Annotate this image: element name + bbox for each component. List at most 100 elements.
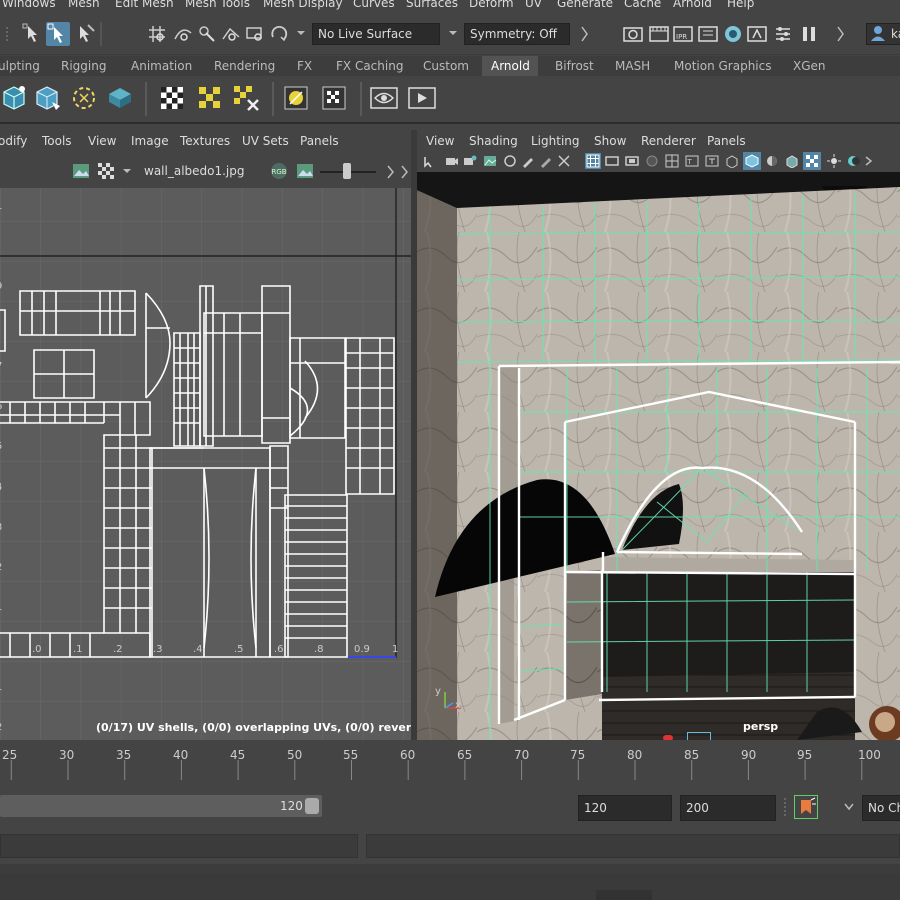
tab-xgen[interactable]: XGen: [793, 59, 826, 73]
range-slider-handle[interactable]: [305, 798, 319, 814]
snap-live-icon[interactable]: [268, 23, 288, 43]
viewport-scene[interactable]: [417, 172, 900, 740]
camera-attributes-icon[interactable]: [445, 154, 459, 168]
render-settings-icon[interactable]: [622, 23, 643, 43]
character-set-field[interactable]: No Ch: [862, 795, 900, 821]
vp-menu-panels[interactable]: Panels: [707, 134, 746, 148]
uv-menu-image[interactable]: Image: [131, 134, 169, 148]
textured-icon[interactable]: [803, 152, 821, 170]
menu-curves[interactable]: Curves: [353, 0, 395, 10]
menu-uv[interactable]: UV: [525, 0, 542, 10]
snap-view-plane-icon[interactable]: [244, 23, 264, 43]
symmetry-field[interactable]: Symmetry: Off: [464, 23, 570, 45]
bookmark-icon[interactable]: [463, 154, 477, 168]
menu-help[interactable]: Help: [727, 0, 754, 10]
tab-sculpting[interactable]: ulpting: [0, 59, 40, 73]
snap-grid-icon[interactable]: [146, 23, 166, 43]
menu-edit-mesh[interactable]: Edit Mesh: [115, 0, 174, 10]
snap-curve-icon[interactable]: [172, 23, 192, 43]
uv-menu-panels[interactable]: Panels: [300, 134, 339, 148]
collapse-arrow-icon[interactable]: [400, 164, 410, 180]
tab-fx[interactable]: FX: [297, 59, 312, 73]
resolution-gate-icon[interactable]: [625, 154, 639, 168]
tab-rendering[interactable]: Rendering: [214, 59, 275, 73]
arnold-standin-icon[interactable]: [32, 82, 64, 114]
menu-surfaces[interactable]: Surfaces: [406, 0, 458, 10]
uv-menu-modify[interactable]: odify: [0, 134, 27, 148]
uv-grid[interactable]: 1 9 7 6 5 4 3 2 1 1 2 .0 .1 .2 .3 .4 .5 …: [0, 188, 411, 740]
camera-select-icon[interactable]: [423, 154, 437, 168]
ipr-render-icon[interactable]: IPR: [672, 23, 693, 43]
menu-deform[interactable]: Deform: [469, 0, 514, 10]
arnold-volume-icon[interactable]: [104, 82, 136, 114]
render-view-eye-icon[interactable]: [368, 82, 400, 114]
image-display-icon[interactable]: [296, 162, 314, 180]
material-assign-icon[interactable]: [280, 82, 312, 114]
uv-menu-view[interactable]: View: [88, 134, 116, 148]
chevron-down-icon[interactable]: [842, 800, 856, 814]
safe-action-icon[interactable]: T: [685, 154, 699, 168]
collapse-arrow-icon[interactable]: [386, 164, 396, 180]
arnold-light-icon[interactable]: [68, 82, 100, 114]
menu-generate[interactable]: Generate: [557, 0, 613, 10]
field-chart-icon[interactable]: [665, 154, 679, 168]
vp-menu-renderer[interactable]: Renderer: [641, 134, 696, 148]
tab-animation[interactable]: Animation: [131, 59, 192, 73]
menu-arnold[interactable]: Arnold: [673, 0, 712, 10]
perspective-viewport[interactable]: y x persp: [417, 172, 900, 740]
shadows-icon[interactable]: [847, 154, 861, 168]
end-time-field[interactable]: 120: [578, 795, 672, 821]
tab-custom[interactable]: Custom: [423, 59, 469, 73]
tab-arnold[interactable]: Arnold: [491, 59, 530, 73]
chevron-down-icon[interactable]: [120, 164, 134, 178]
range-slider[interactable]: [0, 795, 322, 817]
menu-cache[interactable]: Cache: [624, 0, 661, 10]
film-gate-icon[interactable]: [605, 154, 619, 168]
light-editor-icon[interactable]: [772, 23, 792, 43]
time-slider[interactable]: 25 30 35 40 45 50 55 60 65 70 75 80 85 9…: [0, 744, 900, 784]
lights-icon[interactable]: [827, 154, 841, 168]
exposure-slider-handle[interactable]: [343, 163, 351, 179]
default-material-icon[interactable]: [765, 154, 779, 168]
playblast-icon[interactable]: [406, 82, 438, 114]
tab-fx-caching[interactable]: FX Caching: [336, 59, 403, 73]
menu-windows[interactable]: Windows: [2, 0, 56, 10]
render-frame-icon[interactable]: [648, 23, 669, 43]
uv-layout-canvas[interactable]: [0, 188, 411, 740]
pause-icon[interactable]: [798, 23, 818, 43]
max-time-field[interactable]: 200: [680, 795, 776, 821]
menu-mesh-display[interactable]: Mesh Display: [263, 0, 343, 10]
2d-pan-zoom-icon[interactable]: [503, 154, 517, 168]
more-icon[interactable]: [863, 154, 877, 168]
arnold-render-icon[interactable]: [746, 23, 767, 43]
chevron-down-icon[interactable]: [294, 25, 308, 41]
collapse-arrow-icon[interactable]: [580, 25, 590, 42]
image-plane-icon[interactable]: [483, 154, 497, 168]
checker-texture-icon[interactable]: [156, 82, 188, 114]
menu-mesh[interactable]: Mesh: [68, 0, 100, 10]
vp-menu-show[interactable]: Show: [594, 134, 626, 148]
grease-pencil-icon[interactable]: [521, 154, 535, 168]
collapse-arrow-icon[interactable]: [836, 25, 846, 42]
manipulator-handle[interactable]: [663, 735, 673, 740]
tab-mash[interactable]: MASH: [615, 59, 650, 73]
render-view-icon[interactable]: [697, 23, 718, 43]
hypershade-icon[interactable]: [722, 23, 742, 43]
vp-menu-shading[interactable]: Shading: [469, 134, 518, 148]
gate-icon[interactable]: [557, 154, 571, 168]
safe-title-icon[interactable]: [705, 154, 719, 168]
uv-layout-icon[interactable]: [194, 82, 226, 114]
uv-menu-tools[interactable]: Tools: [42, 134, 72, 148]
uv-checker-shader-icon[interactable]: [318, 82, 350, 114]
snap-projected-icon[interactable]: [220, 23, 240, 43]
snap-point-icon[interactable]: [196, 23, 216, 43]
wireframe-on-shaded-icon[interactable]: [785, 154, 799, 169]
command-input[interactable]: [0, 834, 358, 858]
uv-delete-icon[interactable]: [230, 82, 262, 114]
tab-bifrost[interactable]: Bifrost: [555, 59, 594, 73]
menu-mesh-tools[interactable]: Mesh Tools: [185, 0, 250, 10]
checker-display-icon[interactable]: [97, 162, 115, 180]
create-cube-icon[interactable]: [0, 82, 32, 114]
manipulator-handle[interactable]: [687, 732, 711, 740]
auto-key-icon[interactable]: [794, 795, 818, 819]
